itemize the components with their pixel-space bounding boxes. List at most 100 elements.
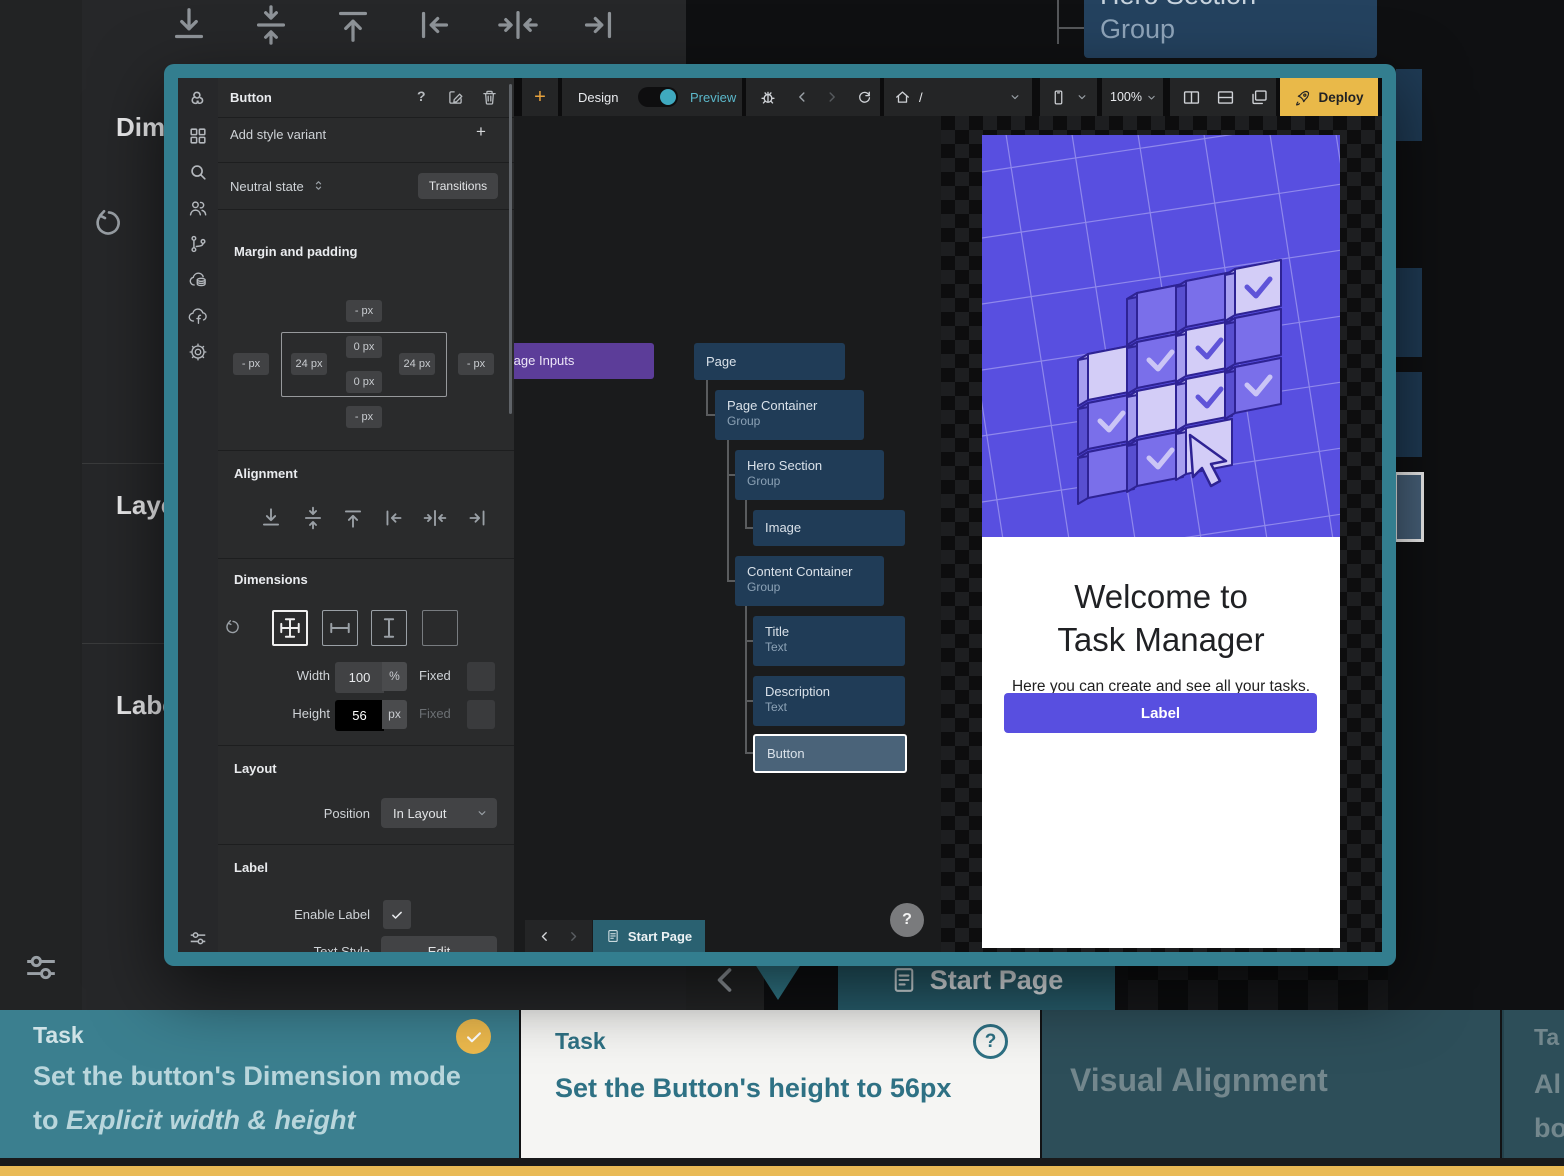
gear-icon[interactable] <box>188 342 208 362</box>
tree-node-button-selected[interactable]: Button <box>753 734 907 773</box>
phone-label-button[interactable]: Label <box>1004 693 1317 733</box>
tree-node-page-container[interactable]: Page Container Group <box>715 390 864 440</box>
back-icon[interactable] <box>537 929 552 944</box>
bug-icon[interactable] <box>758 87 778 107</box>
align-right-icon[interactable] <box>465 506 489 530</box>
task-help-badge[interactable]: ? <box>973 1024 1008 1059</box>
chevron-down-icon <box>1008 90 1022 104</box>
search-icon[interactable] <box>188 162 208 182</box>
height-fixed-checkbox[interactable] <box>467 700 495 729</box>
align-bottom-icon[interactable] <box>259 506 283 530</box>
components-grid-icon[interactable] <box>188 126 208 146</box>
device-selector[interactable] <box>1040 78 1097 116</box>
trash-icon[interactable] <box>480 88 499 107</box>
height-input[interactable] <box>335 700 384 731</box>
enable-label-label: Enable Label <box>278 907 370 922</box>
screen: Dimensions Layout Label Hero Section Gro… <box>0 0 1564 1176</box>
edit-icon[interactable] <box>446 88 465 107</box>
enable-label-checkbox[interactable] <box>383 900 411 929</box>
sort-arrows-icon[interactable] <box>311 178 326 193</box>
tree-node-page-inputs[interactable]: Page Inputs <box>514 343 654 379</box>
align-left-icon[interactable] <box>414 4 456 46</box>
align-left-icon[interactable] <box>382 506 406 530</box>
split-horizontal-icon[interactable] <box>1216 88 1235 107</box>
sliders-icon[interactable] <box>22 948 60 986</box>
state-selector-label[interactable]: Neutral state <box>230 179 304 194</box>
users-icon[interactable] <box>188 198 208 218</box>
app-logo-icon[interactable] <box>188 90 208 110</box>
align-center-horizontal-icon[interactable] <box>423 506 447 530</box>
margin-left-input[interactable]: - px <box>233 353 269 375</box>
align-bottom-icon[interactable] <box>168 4 210 46</box>
padding-top-input[interactable]: 0 px <box>346 336 382 358</box>
dimension-mode-explicit-button[interactable] <box>272 610 308 646</box>
help-button[interactable]: ? <box>890 903 924 937</box>
split-vertical-icon[interactable] <box>1182 88 1201 107</box>
tree-node-title[interactable]: Title Text <box>753 616 905 666</box>
transitions-button[interactable]: Transitions <box>418 173 498 199</box>
task-card-upcoming[interactable]: Visual Alignment <box>1042 1010 1500 1158</box>
back-icon[interactable] <box>794 89 810 105</box>
task-card-done[interactable]: Task Set the button's Dimension mode to … <box>0 1010 519 1158</box>
height-unit[interactable]: px <box>382 700 407 729</box>
tree-node-hero-section[interactable]: Hero Section Group <box>735 450 884 500</box>
start-page-tab[interactable]: Start Page <box>593 920 705 952</box>
padding-left-input[interactable]: 24 px <box>291 353 327 375</box>
tree-node-content-container[interactable]: Content Container Group <box>735 556 884 606</box>
zoom-selector[interactable]: 100% <box>1102 78 1163 116</box>
margin-right-input[interactable]: - px <box>458 353 494 375</box>
panel-scrollbar[interactable] <box>509 84 512 414</box>
forward-icon[interactable] <box>566 929 581 944</box>
design-preview-toggle[interactable] <box>638 87 678 107</box>
align-top-icon[interactable] <box>332 4 374 46</box>
page-nav-group <box>525 920 592 952</box>
align-center-horizontal-icon[interactable] <box>497 4 539 46</box>
reset-icon[interactable] <box>224 618 242 636</box>
task-label: Task <box>555 1028 606 1055</box>
forward-icon[interactable] <box>824 89 840 105</box>
document-icon <box>890 966 918 994</box>
margin-top-input[interactable]: - px <box>346 300 382 322</box>
task-card-active[interactable]: Task ? Set the Button's height to 56px <box>521 1010 1040 1158</box>
add-element-button[interactable]: + <box>522 78 558 116</box>
modal-left-rail <box>178 78 219 952</box>
url-bar[interactable]: / <box>884 78 1032 116</box>
cloud-database-icon[interactable] <box>188 270 208 290</box>
width-unit[interactable]: % <box>382 662 407 691</box>
tree-node-page[interactable]: Page <box>694 343 845 380</box>
task-title: Visual Alignment <box>1070 1062 1328 1099</box>
align-right-icon[interactable] <box>577 4 619 46</box>
preview-mode-label[interactable]: Preview <box>690 90 736 105</box>
dimension-mode-width-button[interactable] <box>322 610 358 646</box>
width-fixed-checkbox[interactable] <box>467 662 495 691</box>
sliders-icon[interactable] <box>188 928 208 948</box>
reload-icon[interactable] <box>856 89 873 106</box>
add-style-variant-button[interactable]: + <box>476 122 486 142</box>
deploy-button[interactable]: Deploy <box>1280 78 1378 116</box>
stacked-windows-icon[interactable] <box>1250 88 1269 107</box>
cloud-function-icon[interactable] <box>188 306 208 326</box>
tree-node-image[interactable]: Image <box>753 510 905 546</box>
help-icon[interactable]: ? <box>417 88 426 104</box>
tree-node-description[interactable]: Description Text <box>753 676 905 726</box>
bottom-progress-strip <box>0 1166 1564 1176</box>
branch-icon[interactable] <box>188 234 208 254</box>
task-card-partial[interactable]: Ta Al bo <box>1502 1010 1564 1158</box>
align-center-vertical-icon[interactable] <box>301 506 325 530</box>
margin-bottom-input[interactable]: - px <box>346 406 382 428</box>
position-dropdown[interactable]: In Layout <box>381 798 497 828</box>
bg-tree-node-hero-section[interactable]: Hero Section Group <box>1084 0 1377 58</box>
padding-bottom-input[interactable]: 0 px <box>346 371 382 393</box>
bg-tree-node-sliver <box>1396 268 1422 357</box>
reset-icon[interactable] <box>92 206 126 240</box>
task-label: Ta <box>1534 1024 1559 1051</box>
align-top-icon[interactable] <box>341 506 365 530</box>
align-center-vertical-icon[interactable] <box>250 4 292 46</box>
dimension-mode-hug-button[interactable] <box>422 610 458 646</box>
dimension-mode-height-button[interactable] <box>371 610 407 646</box>
design-mode-label[interactable]: Design <box>578 90 618 105</box>
width-input[interactable] <box>335 662 384 693</box>
text-style-edit-button[interactable]: Edit <box>381 936 497 952</box>
canvas-work-area: Page Inputs Page <box>514 116 1382 952</box>
padding-right-input[interactable]: 24 px <box>399 353 435 375</box>
